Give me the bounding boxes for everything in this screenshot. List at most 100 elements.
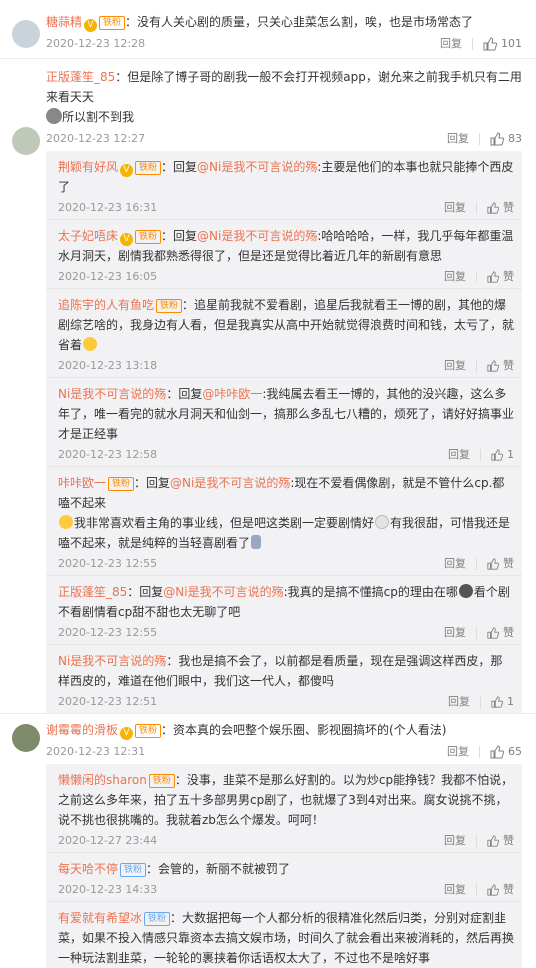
- reply-button[interactable]: 回复: [444, 623, 466, 643]
- timestamp: 2020-12-27 23:44: [58, 834, 158, 847]
- divider: [476, 360, 477, 372]
- thumb-up-icon: [491, 449, 503, 461]
- thumb-up-icon: [483, 37, 497, 51]
- thumb-up-icon: [487, 627, 499, 639]
- username[interactable]: 正版蓬笙_85: [46, 70, 115, 84]
- reply-button[interactable]: 回复: [444, 267, 466, 287]
- mention-link[interactable]: @Ni是我不可言说的殇: [197, 229, 317, 243]
- reply-button[interactable]: 回复: [444, 880, 466, 900]
- timestamp: 2020-12-23 12:28: [46, 37, 146, 50]
- reply-list: 荆颖有好风 V 铁粉 ：回复@Ni是我不可言说的殇:主要是他们的本事也就只能捧个西皮了…: [46, 151, 522, 713]
- reply-item: 有爱就有希望冰 铁粉 ：大数据把每一个人都分析的很精准化然后归类，分别对症割韭菜，如…: [46, 902, 522, 968]
- like-button[interactable]: 赞: [487, 267, 514, 287]
- avatar[interactable]: [12, 20, 40, 48]
- username[interactable]: 糖蒜精: [46, 15, 82, 29]
- like-button[interactable]: 赞: [487, 198, 514, 218]
- reply-item: 太子妃唔床 V 铁粉 ：回复@Ni是我不可言说的殇:哈哈哈哈，一样，我几乎每年都重温水…: [46, 220, 522, 289]
- like-label: 赞: [503, 834, 514, 847]
- username[interactable]: 太子妃唔床: [58, 229, 118, 243]
- like-label: 赞: [503, 557, 514, 570]
- comment-text: ：但是除了博子哥的剧我一般不会打开视频app，谢允来之前我手机只有二用来看天天: [46, 70, 522, 104]
- reply-actions: 回复 赞: [444, 356, 514, 376]
- reply-item: 每天哈不停 铁粉 ：会管的，新丽不就被罚了 2020-12-23 14:33 回复 …: [46, 853, 522, 902]
- username[interactable]: 懒懒闲的sharon: [58, 773, 147, 787]
- like-button[interactable]: 1: [491, 692, 514, 712]
- thumb-up-icon: [491, 696, 503, 708]
- username[interactable]: 每天哈不停: [58, 862, 118, 876]
- username[interactable]: 咔咔欧一: [58, 476, 106, 490]
- reply-button[interactable]: 回复: [448, 692, 470, 712]
- emoji-icon: [458, 584, 473, 598]
- reply-item: 追陈宇的人有鱼吃 铁粉 ：追星前我就不爱看剧，追星后我就看王一博的剧，其他的爆剧综艺…: [46, 289, 522, 378]
- emoji-icon: [83, 337, 98, 351]
- reply-prefix: ：回复: [127, 585, 164, 599]
- comment-footer: 2020-12-23 12:28 回复 101: [46, 32, 522, 56]
- username[interactable]: 正版蓬笙_85: [58, 585, 127, 599]
- fan-badge: 铁粉: [156, 299, 183, 313]
- avatar[interactable]: [12, 724, 40, 752]
- comment-footer: 2020-12-23 12:31 回复 65: [46, 740, 522, 764]
- reply-prefix: ：回复: [166, 387, 203, 401]
- mention-link[interactable]: @Ni是我不可言说的殇: [170, 476, 290, 490]
- reply-button[interactable]: 回复: [444, 831, 466, 851]
- reply-actions: 回复 赞: [444, 554, 514, 574]
- fan-badge: 铁粉: [135, 230, 162, 244]
- reply-actions: 回复 赞: [444, 267, 514, 287]
- divider: [479, 133, 480, 145]
- username[interactable]: 追陈宇的人有鱼吃: [58, 298, 154, 312]
- like-button[interactable]: 赞: [487, 554, 514, 574]
- reply-button[interactable]: 回复: [447, 742, 469, 762]
- username[interactable]: 荆颖有好风: [58, 160, 118, 174]
- comment-text: ：资本真的会吧整个娱乐圈、影视圈搞坏的(个人看法): [161, 723, 447, 737]
- username[interactable]: 谢霉霉的滑板: [46, 723, 118, 737]
- reply-item: 荆颖有好风 V 铁粉 ：回复@Ni是我不可言说的殇:主要是他们的本事也就只能捧个西皮了…: [46, 151, 522, 220]
- reply-button[interactable]: 回复: [440, 34, 462, 54]
- like-button[interactable]: 65: [490, 742, 522, 762]
- mention-link[interactable]: @Ni是我不可言说的殇: [197, 160, 317, 174]
- divider: [472, 38, 473, 50]
- like-button[interactable]: 赞: [487, 831, 514, 851]
- thumb-up-icon: [487, 558, 499, 570]
- username[interactable]: Ni是我不可言说的殇: [58, 387, 166, 401]
- like-count: 83: [508, 132, 522, 145]
- divider: [479, 746, 480, 758]
- reply-item: 咔咔欧一 铁粉 ：回复@Ni是我不可言说的殇:现在不爱看偶像剧，就是不管什么cp.都…: [46, 467, 522, 576]
- reply-button[interactable]: 回复: [447, 129, 469, 149]
- reply-footer: 2020-12-27 23:44 回复 赞: [58, 830, 514, 852]
- reply-item: Ni是我不可言说的殇：回复@咔咔欧一:我纯属去看王一博的，其他的没兴趣，这么多年…: [46, 378, 522, 467]
- comment-actions: 回复 83: [447, 129, 522, 149]
- emoji-icon: [59, 515, 73, 529]
- like-button[interactable]: 83: [490, 129, 522, 149]
- comment-footer: 2020-12-23 12:27 回复 83: [46, 127, 522, 151]
- like-button[interactable]: 1: [491, 445, 514, 465]
- thumb-up-icon: [487, 884, 499, 896]
- reply-list: 懒懒闲的sharon 铁粉 ：没事，韭菜不是那么好割的。以为炒cp能挣钱？我都不怕说…: [46, 764, 522, 968]
- timestamp: 2020-12-23 16:31: [58, 201, 158, 214]
- reply-button[interactable]: 回复: [444, 198, 466, 218]
- like-button[interactable]: 101: [483, 34, 522, 54]
- reply-button[interactable]: 回复: [444, 554, 466, 574]
- username[interactable]: Ni是我不可言说的殇: [58, 654, 166, 668]
- reply-button[interactable]: 回复: [448, 445, 470, 465]
- comment-2: 正版蓬笙_85：但是除了博子哥的剧我一般不会打开视频app，谢允来之前我手机只有…: [0, 59, 536, 714]
- reply-text-continued: 我非常喜欢看主角的事业线，但是吧这类剧一定要剧情好: [74, 516, 375, 530]
- thumb-up-icon: [487, 202, 499, 214]
- reply-actions: 回复 赞: [444, 880, 514, 900]
- mention-link[interactable]: @咔咔欧一: [202, 387, 262, 401]
- comment-text-continued: 所以割不到我: [62, 110, 135, 124]
- reply-button[interactable]: 回复: [444, 356, 466, 376]
- like-button[interactable]: 赞: [487, 623, 514, 643]
- timestamp: 2020-12-23 12:31: [46, 745, 146, 758]
- fan-badge: 铁粉: [135, 161, 162, 175]
- thumb-up-icon: [487, 835, 499, 847]
- mention-link[interactable]: @Ni是我不可言说的殇: [163, 585, 283, 599]
- reply-footer: 2020-12-23 13:18 回复 赞: [58, 355, 514, 377]
- reply-item: 正版蓬笙_85：回复@Ni是我不可言说的殇:我真的是搞不懂搞cp的理由在哪 看个剧…: [46, 576, 522, 645]
- timestamp: 2020-12-23 12:55: [58, 626, 158, 639]
- avatar[interactable]: [12, 127, 40, 155]
- like-button[interactable]: 赞: [487, 356, 514, 376]
- reply-footer: 2020-12-23 12:55 回复 赞: [58, 622, 514, 644]
- like-button[interactable]: 赞: [487, 880, 514, 900]
- like-count: 1: [507, 448, 514, 461]
- username[interactable]: 有爱就有希望冰: [58, 911, 142, 925]
